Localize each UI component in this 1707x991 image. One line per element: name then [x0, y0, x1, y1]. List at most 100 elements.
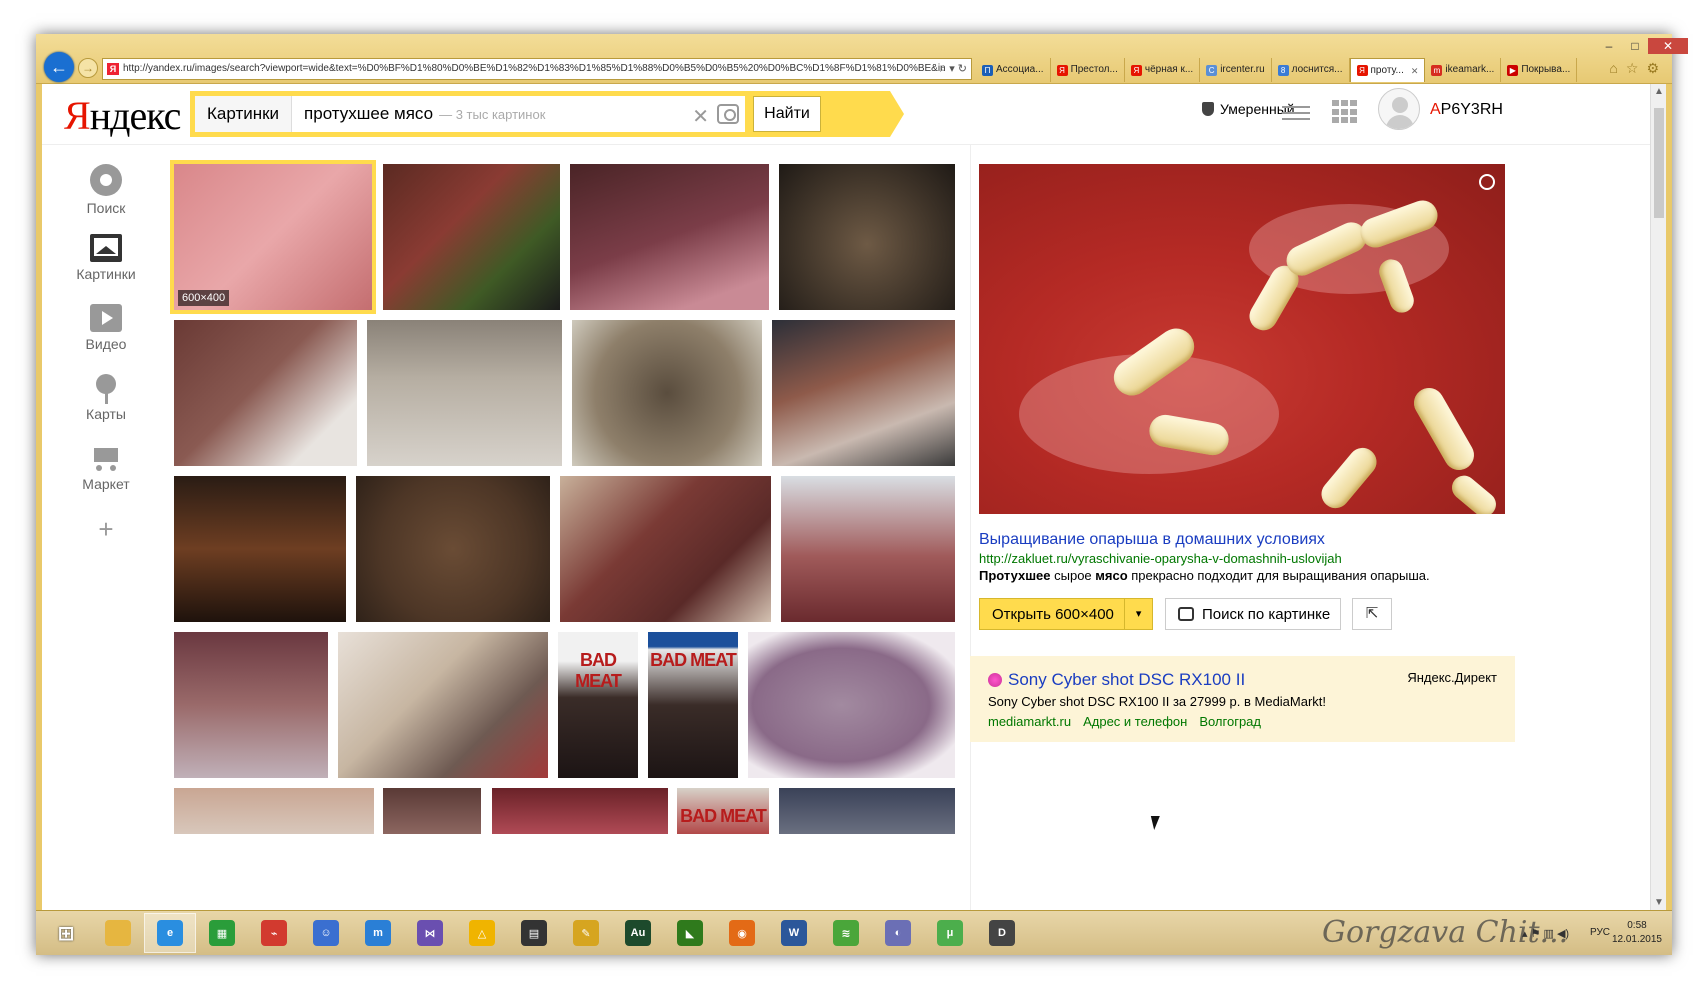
taskbar-app[interactable]: ▤: [508, 913, 560, 953]
taskbar-app[interactable]: ⊞: [40, 913, 92, 953]
image-thumbnail[interactable]: 600×400: [170, 160, 376, 314]
taskbar-app[interactable]: ☺: [300, 913, 352, 953]
browser-tab[interactable]: Я Престол...: [1051, 58, 1125, 82]
image-thumbnail[interactable]: [174, 320, 357, 466]
preview-url-link[interactable]: http://zakluet.ru/vyraschivanie-oparysha…: [979, 551, 1342, 566]
image-thumbnail[interactable]: [367, 320, 562, 466]
image-thumbnail[interactable]: [174, 632, 328, 778]
taskbar-app[interactable]: △: [456, 913, 508, 953]
yandex-logo[interactable]: Яндекс: [64, 92, 181, 139]
image-thumbnail[interactable]: [570, 164, 769, 310]
address-actions-icon[interactable]: ⌕ ▾ ↻: [940, 62, 967, 76]
address-bar[interactable]: Я http://yandex.ru/images/search?viewpor…: [102, 58, 972, 80]
avatar[interactable]: [1378, 88, 1420, 130]
image-thumbnail[interactable]: BAD MEAT: [648, 632, 738, 778]
open-image-button[interactable]: Открыть 600×400 ▾: [979, 598, 1153, 630]
image-thumbnail[interactable]: [174, 476, 346, 622]
taskbar-app[interactable]: [92, 913, 144, 953]
scrollbar-thumb[interactable]: [1654, 108, 1664, 218]
service-search[interactable]: Поиск: [56, 164, 156, 216]
taskbar-app[interactable]: ≋: [820, 913, 872, 953]
taskbar-app[interactable]: ⌁: [248, 913, 300, 953]
taskbar-app[interactable]: ◣: [664, 913, 716, 953]
tab-label: Престол...: [1070, 64, 1118, 75]
clock[interactable]: 0:58 12.01.2015: [1612, 919, 1662, 947]
clear-search-icon[interactable]: ✕: [692, 104, 709, 129]
taskbar-app[interactable]: W: [768, 913, 820, 953]
close-tab-icon[interactable]: ✕: [1411, 59, 1419, 83]
image-thumbnail[interactable]: [383, 164, 560, 310]
image-thumbnail[interactable]: [781, 476, 955, 622]
browser-tab[interactable]: П Ассоциа...: [976, 58, 1051, 82]
maximize-button[interactable]: □: [1622, 38, 1648, 54]
image-thumbnail[interactable]: [779, 164, 955, 310]
ad-link[interactable]: Волгоград: [1199, 714, 1261, 729]
internet-explorer-icon: e: [157, 920, 183, 946]
minimize-button[interactable]: –: [1596, 38, 1622, 54]
image-thumbnail[interactable]: [492, 788, 668, 834]
scroll-down-icon[interactable]: ▼: [1651, 897, 1667, 908]
home-icon[interactable]: ⌂: [1609, 60, 1617, 77]
image-thumbnail[interactable]: [383, 788, 481, 834]
forward-arrow-icon[interactable]: →: [78, 58, 98, 78]
reverse-image-search-button[interactable]: Поиск по картинке: [1165, 598, 1341, 630]
browser-tab[interactable]: ▶ Покрыва...: [1501, 58, 1578, 82]
browser-tab[interactable]: m ikeamark...: [1425, 58, 1502, 82]
ad-title[interactable]: Sony Cyber shot DSC RX100 II: [988, 670, 1245, 690]
taskbar-app[interactable]: ◉: [716, 913, 768, 953]
search-service-tag[interactable]: Картинки: [195, 96, 293, 132]
preview-title-link[interactable]: Выращивание опарыша в домашних условиях: [979, 531, 1325, 549]
username[interactable]: AP6Y3RH: [1430, 101, 1503, 119]
close-window-button[interactable]: ✕: [1648, 38, 1688, 54]
taskbar-app[interactable]: e: [144, 913, 196, 953]
image-thumbnail[interactable]: [772, 320, 955, 466]
taskbar-app[interactable]: Au: [612, 913, 664, 953]
settings-gear-icon[interactable]: ⚙: [1646, 60, 1659, 77]
service-pic[interactable]: Картинки: [56, 234, 156, 284]
filters-sliders-icon[interactable]: [1282, 102, 1310, 124]
service-maps[interactable]: Карты: [56, 374, 156, 424]
share-icon[interactable]: ⇱: [1352, 598, 1392, 630]
preview-image[interactable]: [979, 164, 1505, 514]
more-services-plus-icon[interactable]: +: [56, 514, 156, 545]
image-thumbnail[interactable]: [338, 632, 548, 778]
taskbar-app[interactable]: m: [352, 913, 404, 953]
find-button[interactable]: Найти: [753, 96, 821, 132]
image-thumbnail[interactable]: [560, 476, 771, 622]
taskbar-app[interactable]: ⋈: [404, 913, 456, 953]
image-thumbnail[interactable]: [356, 476, 550, 622]
ad-link[interactable]: Адрес и телефон: [1083, 714, 1187, 729]
scroll-up-icon[interactable]: ▲: [1651, 86, 1667, 97]
browser-tab[interactable]: Ячёрная к...: [1125, 58, 1201, 82]
tab-favicon-icon: 8: [1277, 64, 1289, 76]
taskbar-app[interactable]: D: [976, 913, 1028, 953]
back-arrow-icon[interactable]: ←: [44, 52, 74, 82]
services-grid-icon[interactable]: [1332, 100, 1358, 124]
image-thumbnail[interactable]: [174, 788, 374, 834]
page-scrollbar[interactable]: ▲ ▼: [1650, 84, 1666, 910]
service-cart[interactable]: Маркет: [56, 444, 156, 494]
browser-tab[interactable]: Circenter.ru: [1200, 58, 1272, 82]
image-thumbnail[interactable]: [572, 320, 762, 466]
favorites-star-icon[interactable]: ☆: [1626, 60, 1639, 77]
chevron-down-icon[interactable]: ▾: [1124, 599, 1152, 629]
taskbar-app[interactable]: μ: [924, 913, 976, 953]
image-thumbnail[interactable]: BAD MEAT: [677, 788, 769, 834]
taskbar-app[interactable]: ◐: [872, 913, 924, 953]
tray-icons[interactable]: ▴ ⚑ ▥ ◀): [1522, 927, 1569, 940]
camera-search-icon[interactable]: [717, 104, 739, 124]
input-language[interactable]: РУС: [1590, 927, 1610, 938]
safe-search-filter[interactable]: Умеренный: [1202, 101, 1295, 117]
zoom-magnifier-icon[interactable]: [1479, 174, 1495, 190]
search-input[interactable]: Картинки протухшее мясо — 3 тыс картинок…: [195, 96, 745, 132]
browser-tab[interactable]: 8 лоснится...: [1272, 58, 1350, 82]
image-thumbnail[interactable]: BAD MEAT: [558, 632, 638, 778]
ad-source-label[interactable]: Яндекс.Директ: [1407, 670, 1497, 685]
ad-link[interactable]: mediamarkt.ru: [988, 714, 1071, 729]
browser-tab[interactable]: Япроту... ✕: [1349, 58, 1426, 83]
taskbar-app[interactable]: ▦: [196, 913, 248, 953]
taskbar-app[interactable]: ✎: [560, 913, 612, 953]
image-thumbnail[interactable]: [779, 788, 955, 834]
image-thumbnail[interactable]: [748, 632, 955, 778]
service-video[interactable]: Видео: [56, 304, 156, 354]
